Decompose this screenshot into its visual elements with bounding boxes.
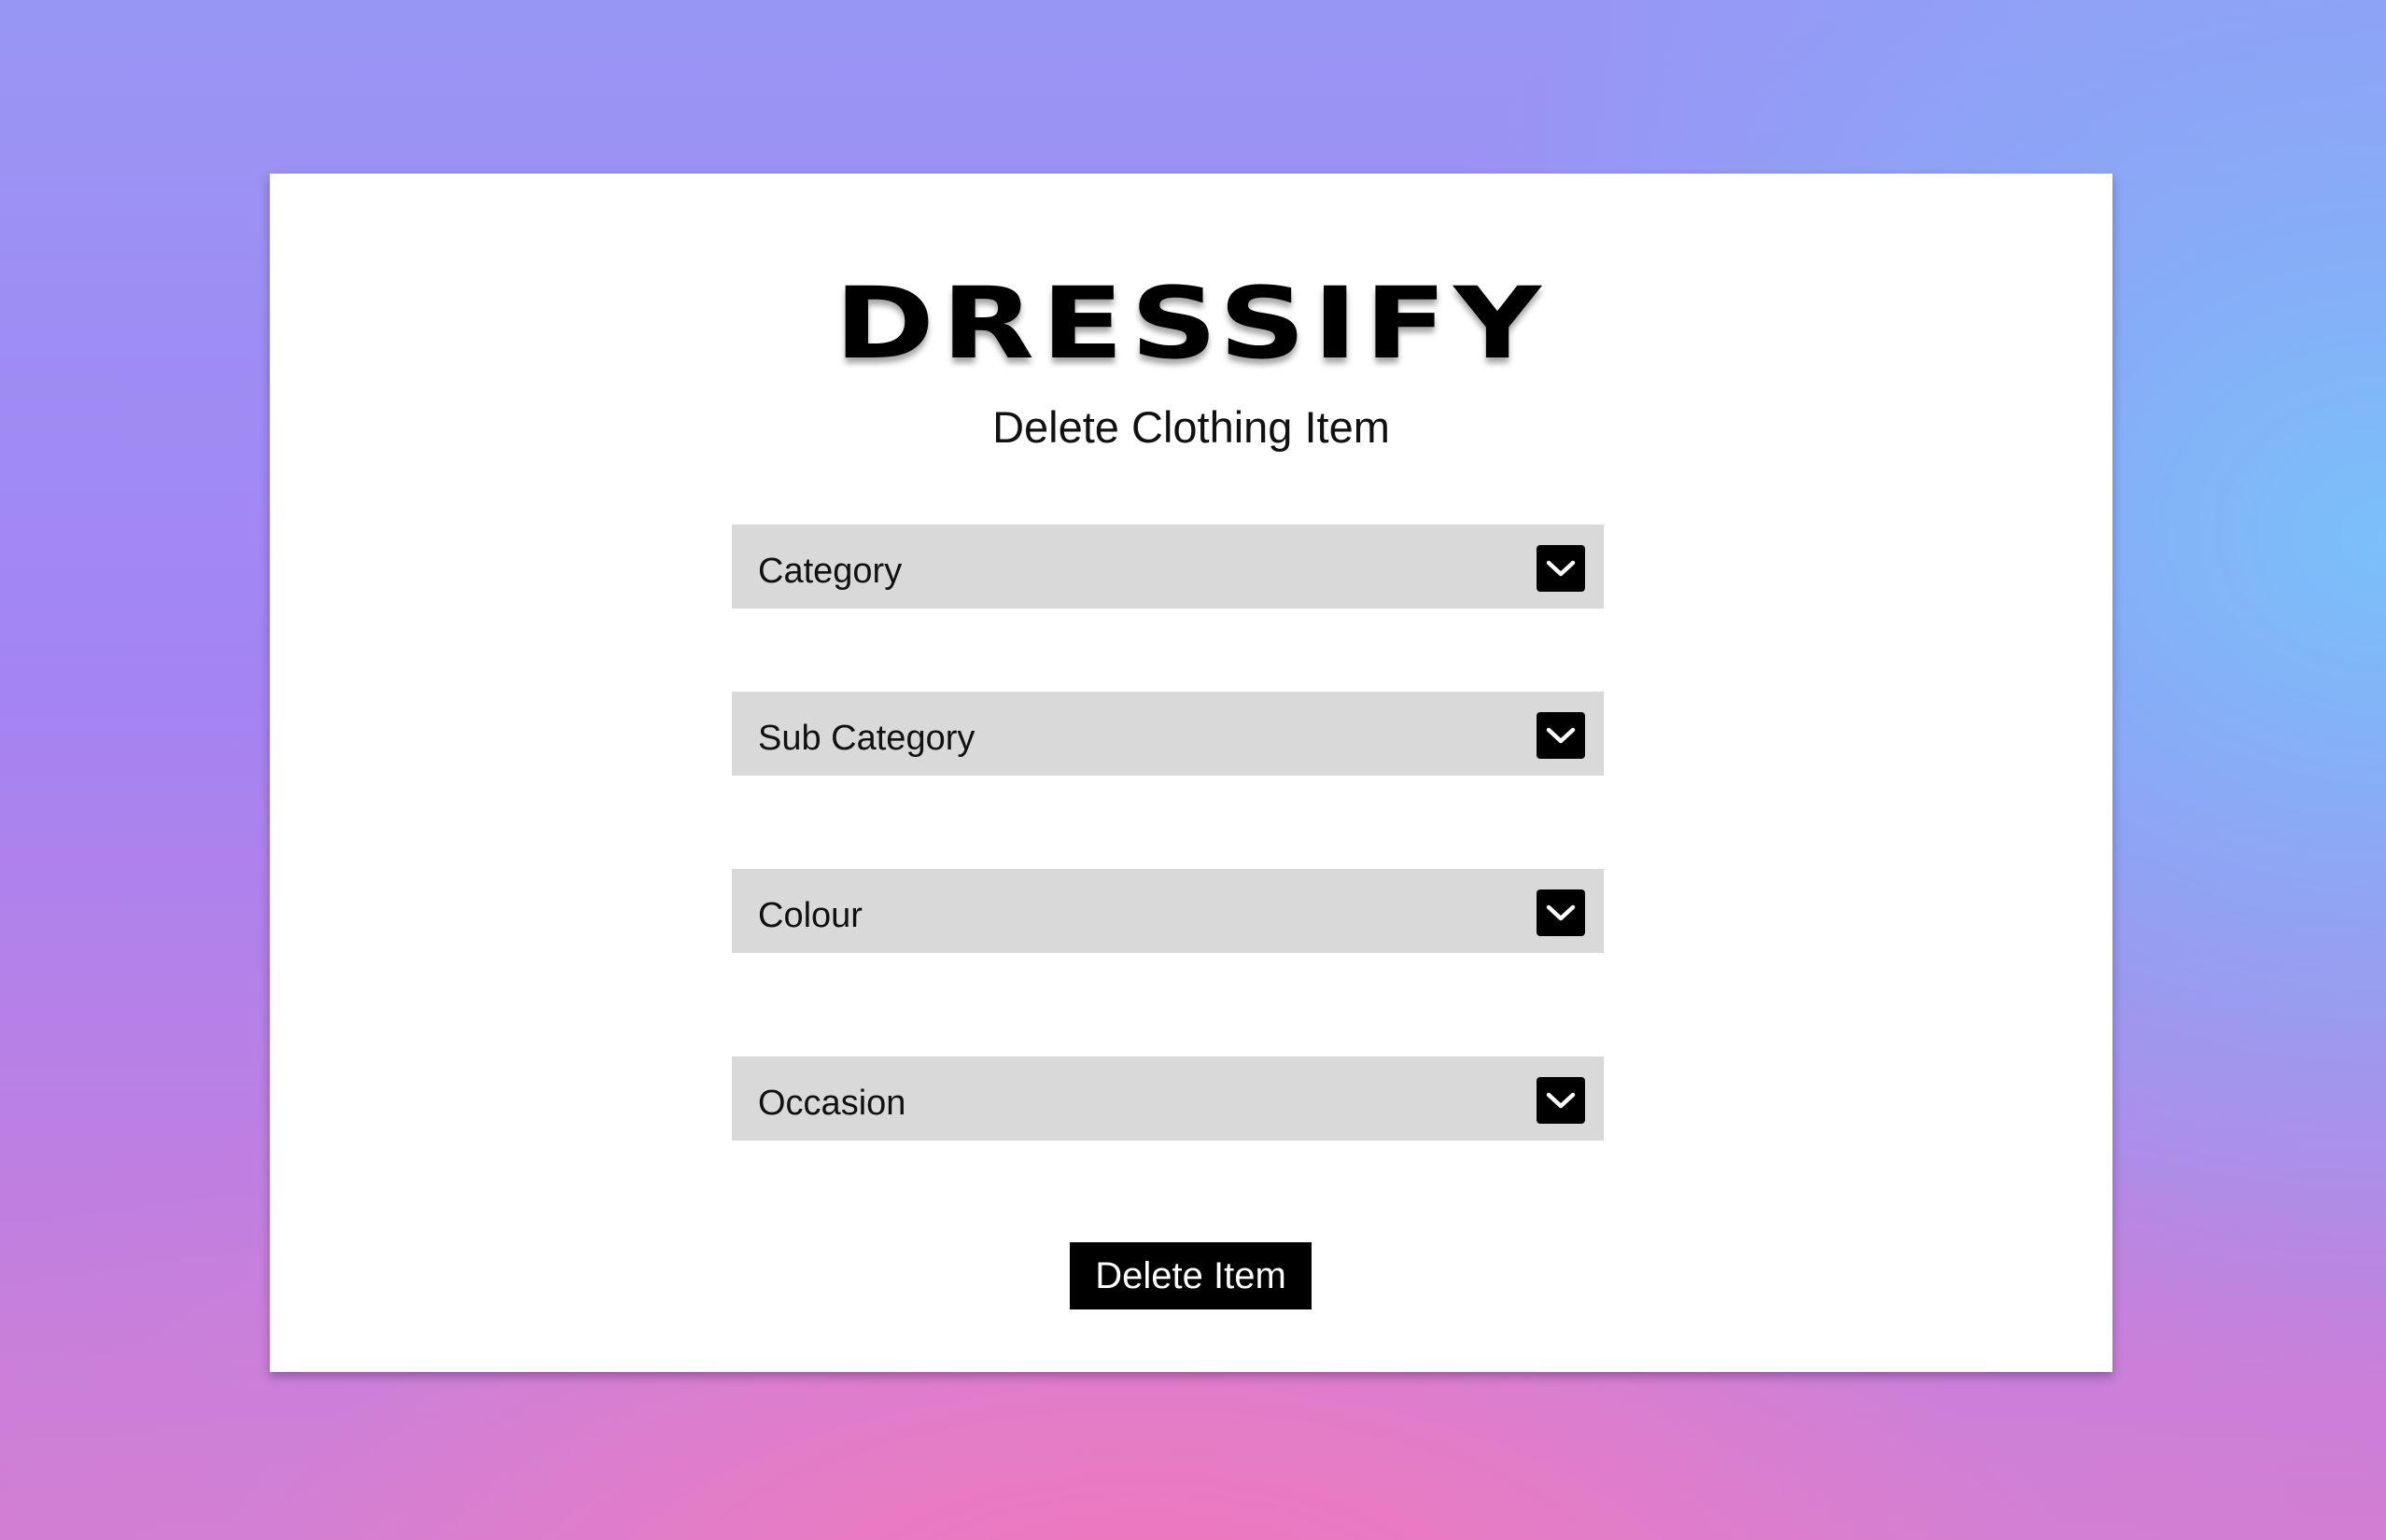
occasion-dropdown[interactable]: Occasion [732, 1057, 1604, 1141]
delete-item-card: DRESSIFY Delete Clothing Item Category S… [270, 174, 2112, 1372]
chevron-down-icon[interactable] [1537, 712, 1585, 759]
category-dropdown[interactable]: Category [732, 525, 1604, 609]
sub-category-dropdown-label: Sub Category [758, 719, 975, 758]
sub-category-dropdown[interactable]: Sub Category [732, 692, 1604, 776]
chevron-down-icon[interactable] [1537, 1077, 1585, 1124]
colour-dropdown-label: Colour [758, 896, 863, 935]
delete-item-button[interactable]: Delete Item [1070, 1242, 1312, 1309]
brand-logo: DRESSIFY [834, 266, 1549, 381]
page-title: Delete Clothing Item [992, 402, 1390, 452]
colour-dropdown[interactable]: Colour [732, 869, 1604, 953]
category-dropdown-label: Category [758, 552, 903, 591]
chevron-down-icon[interactable] [1537, 889, 1585, 936]
occasion-dropdown-label: Occasion [758, 1084, 906, 1123]
chevron-down-icon[interactable] [1537, 545, 1585, 592]
